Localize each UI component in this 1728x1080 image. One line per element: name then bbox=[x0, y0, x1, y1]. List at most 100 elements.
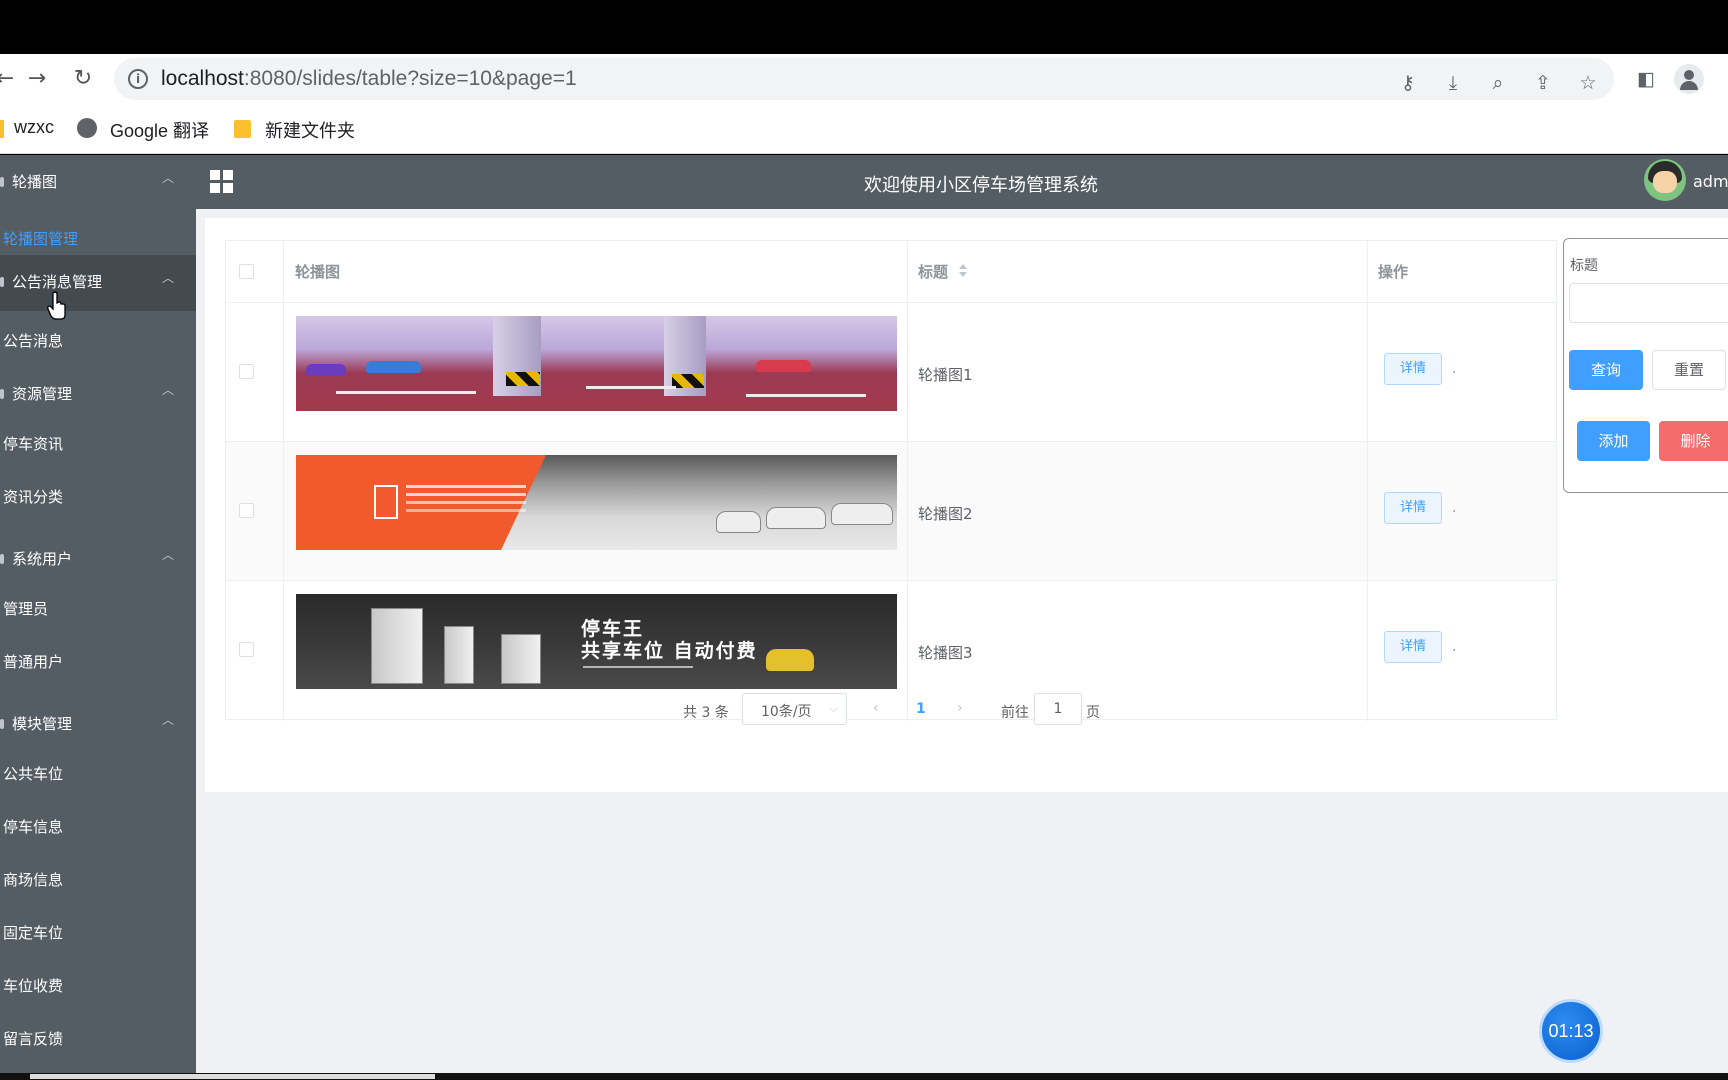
bookmark-wzxc[interactable]: wzxc bbox=[14, 117, 54, 138]
sidebar-item-news-category[interactable]: 资讯分类 bbox=[0, 471, 196, 523]
row-checkbox[interactable] bbox=[239, 642, 254, 657]
add-button[interactable]: 添加 bbox=[1577, 421, 1650, 461]
title-cell: 轮播图1 bbox=[918, 366, 973, 384]
bookmark-new-folder[interactable]: 新建文件夹 bbox=[265, 117, 355, 143]
slide-image[interactable]: 停车王 共享车位 自动付费 bbox=[296, 594, 897, 689]
next-page-icon[interactable]: › bbox=[957, 700, 963, 716]
page-size-value: 10条/页 bbox=[761, 704, 812, 720]
sidebar-group-label: 资源管理 bbox=[12, 385, 73, 403]
more-icon[interactable]: . bbox=[1452, 361, 1456, 377]
sidebar-item-label: 资讯分类 bbox=[3, 488, 64, 506]
zoom-icon[interactable]: ⌕ bbox=[1486, 71, 1510, 95]
scrollbar[interactable] bbox=[30, 1074, 435, 1079]
page-size-select[interactable]: 10条/页 ⌵ bbox=[742, 693, 847, 725]
sidebar: 轮播图 ︿ 轮播图管理 公告消息管理 ︿ 公告消息 资源管理 ︿ 停车资讯 资讯… bbox=[0, 155, 196, 1073]
sidebar-item-label: 公共车位 bbox=[3, 765, 64, 783]
select-all-checkbox[interactable] bbox=[239, 264, 254, 279]
back-icon[interactable]: ← bbox=[0, 66, 18, 92]
sidebar-item-parking-news[interactable]: 停车资讯 bbox=[0, 418, 196, 470]
app-container: 轮播图 ︿ 轮播图管理 公告消息管理 ︿ 公告消息 资源管理 ︿ 停车资讯 资讯… bbox=[0, 155, 1728, 1073]
slide-image[interactable] bbox=[296, 455, 897, 550]
globe-icon bbox=[77, 118, 97, 138]
sidebar-item-label: 留言反馈 bbox=[3, 1030, 64, 1048]
delete-button[interactable]: 删除 bbox=[1659, 421, 1728, 461]
detail-button[interactable]: 详情 bbox=[1384, 353, 1442, 385]
sidebar-item-label: 管理员 bbox=[3, 600, 49, 618]
share-icon[interactable]: ⇪ bbox=[1531, 71, 1555, 95]
side-panel-icon[interactable]: ◧ bbox=[1634, 67, 1658, 91]
site-info-icon[interactable]: i bbox=[128, 69, 148, 89]
total-count: 共 3 条 bbox=[683, 705, 729, 721]
current-page[interactable]: 1 bbox=[916, 701, 926, 717]
title-cell: 轮播图2 bbox=[918, 505, 973, 523]
forward-icon[interactable]: → bbox=[24, 66, 50, 92]
column-divider bbox=[283, 241, 284, 721]
sidebar-group-slides[interactable]: 轮播图 ︿ bbox=[0, 155, 196, 211]
more-icon[interactable]: . bbox=[1452, 639, 1456, 655]
goto-label: 前往 bbox=[1001, 705, 1029, 721]
sidebar-group-system-users[interactable]: 系统用户 ︿ bbox=[0, 532, 196, 588]
browser-tab-strip bbox=[0, 0, 1728, 54]
column-header-image: 轮播图 bbox=[295, 263, 341, 281]
banner-subheading: 共享车位 自动付费 bbox=[581, 640, 758, 662]
sidebar-item-mall-info[interactable]: 商场信息 bbox=[0, 854, 196, 906]
prev-page-icon[interactable]: ‹ bbox=[873, 700, 879, 716]
key-icon[interactable]: ⚷ bbox=[1396, 71, 1420, 95]
slides-table: 轮播图 标题 操作 轮播图1 详情 . 轮播图2 详情 . 停车王 共享车位 自… bbox=[225, 240, 1557, 721]
sidebar-item-notices[interactable]: 公告消息 bbox=[0, 315, 196, 367]
sidebar-item-label: 公告消息 bbox=[3, 332, 64, 350]
bookmark-folder-icon bbox=[0, 120, 4, 138]
table-header: 轮播图 标题 操作 bbox=[226, 241, 1556, 303]
address-bar[interactable]: i localhost:8080/slides/table?size=10&pa… bbox=[114, 58, 1614, 100]
screen: ← → ↻ i localhost:8080/slides/table?size… bbox=[0, 0, 1728, 1080]
chevron-up-icon: ︿ bbox=[161, 713, 174, 727]
sidebar-item-feedback[interactable]: 留言反馈 bbox=[0, 1013, 196, 1065]
menu-icon bbox=[0, 177, 4, 187]
sidebar-group-resources[interactable]: 资源管理 ︿ bbox=[0, 367, 196, 423]
sidebar-group-label: 系统用户 bbox=[12, 550, 73, 568]
url-text[interactable]: localhost:8080/slides/table?size=10&page… bbox=[161, 67, 577, 91]
username[interactable]: admin bbox=[1693, 172, 1728, 191]
detail-button[interactable]: 详情 bbox=[1384, 492, 1442, 524]
slide-image[interactable] bbox=[296, 316, 897, 411]
column-header-actions: 操作 bbox=[1378, 263, 1409, 281]
column-divider bbox=[907, 241, 908, 721]
recording-timer[interactable]: 01:13 bbox=[1539, 999, 1603, 1063]
sidebar-item-admins[interactable]: 管理员 bbox=[0, 583, 196, 635]
folder-icon bbox=[234, 120, 251, 138]
row-checkbox[interactable] bbox=[239, 503, 254, 518]
sidebar-item-public-spaces[interactable]: 公共车位 bbox=[0, 748, 196, 800]
browser-toolbar: ← → ↻ i localhost:8080/slides/table?size… bbox=[0, 54, 1728, 104]
search-title-label: 标题 bbox=[1570, 258, 1598, 274]
install-icon[interactable]: ⤓ bbox=[1441, 71, 1465, 95]
sidebar-item-label: 停车资讯 bbox=[3, 435, 64, 453]
avatar[interactable] bbox=[1644, 159, 1686, 201]
hand-cursor-icon bbox=[47, 291, 66, 320]
sidebar-group-notices[interactable]: 公告消息管理 ︿ bbox=[0, 255, 196, 311]
bookmark-google-translate[interactable]: Google 翻译 bbox=[110, 117, 209, 143]
chevron-down-icon: ⌵ bbox=[829, 702, 838, 715]
title-search-input[interactable] bbox=[1569, 283, 1728, 323]
query-button[interactable]: 查询 bbox=[1569, 350, 1643, 390]
app-header: 欢迎使用小区停车场管理系统 admin bbox=[196, 155, 1728, 209]
sidebar-item-fixed-spaces[interactable]: 固定车位 bbox=[0, 907, 196, 959]
reset-button[interactable]: 重置 bbox=[1652, 350, 1726, 390]
sort-icon[interactable] bbox=[958, 263, 968, 279]
detail-button[interactable]: 详情 bbox=[1384, 631, 1442, 663]
reload-icon[interactable]: ↻ bbox=[70, 66, 96, 92]
sidebar-item-parking-info[interactable]: 停车信息 bbox=[0, 801, 196, 853]
chevron-up-icon: ︿ bbox=[161, 383, 174, 397]
row-checkbox[interactable] bbox=[239, 364, 254, 379]
goto-suffix: 页 bbox=[1086, 705, 1100, 721]
page-jump-input[interactable]: 1 bbox=[1034, 693, 1082, 725]
sidebar-item-users[interactable]: 普通用户 bbox=[0, 636, 196, 688]
table-row: 轮播图2 详情 . bbox=[226, 442, 1556, 581]
sidebar-item-label: 轮播图管理 bbox=[3, 230, 79, 248]
column-header-title[interactable]: 标题 bbox=[918, 261, 948, 282]
sidebar-item-fees[interactable]: 车位收费 bbox=[0, 960, 196, 1012]
profile-icon[interactable] bbox=[1674, 64, 1704, 94]
bookmarks-bar: wzxc Google 翻译 新建文件夹 bbox=[0, 104, 1728, 154]
sidebar-group-modules[interactable]: 模块管理 ︿ bbox=[0, 697, 196, 753]
more-icon[interactable]: . bbox=[1452, 500, 1456, 516]
star-icon[interactable]: ☆ bbox=[1576, 71, 1600, 95]
